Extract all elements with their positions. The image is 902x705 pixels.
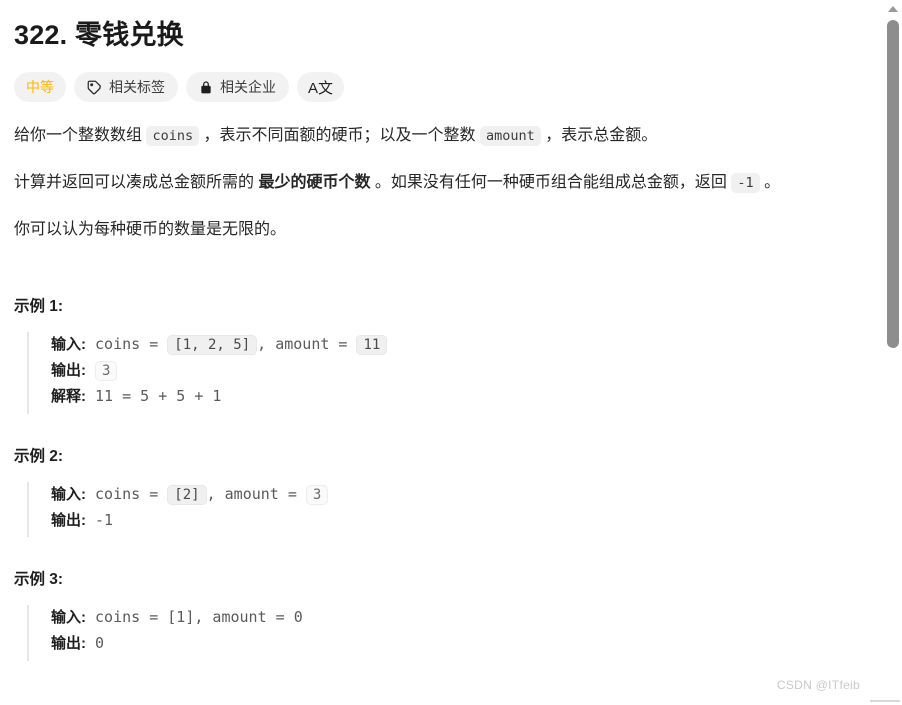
translate-button[interactable]: A文 xyxy=(297,72,345,103)
example-1-heading: 示例 1: xyxy=(14,298,64,316)
example-2-heading: 示例 2: xyxy=(14,447,64,465)
description-paragraph-3: 你可以认为每种硬币的数量是无限的。 xyxy=(14,218,864,243)
scrollbar-thumb[interactable] xyxy=(887,20,899,348)
example-2-coins-value: [2] xyxy=(167,484,207,505)
description-paragraph-2: 计算并返回可以凑成总金额所需的 最少的硬币个数 。如果没有任何一种硬币组合能组成… xyxy=(14,171,864,196)
examples-section: 示例 1: 输入: coins = [1, 2, 5], amount = 11… xyxy=(14,294,864,662)
difficulty-label: 中等 xyxy=(26,79,54,96)
example-3-output-label: 输出: xyxy=(51,635,86,653)
desc-p2-text-1: 计算并返回可以凑成总金额所需的 xyxy=(14,173,259,191)
example-2-amount-value: 3 xyxy=(305,484,329,505)
example-2-block: 输入: coins = [2], amount = 3 输出: -1 xyxy=(27,481,864,538)
example-1-output-value: 3 xyxy=(95,361,118,382)
example-1-input-line: 输入: coins = [1, 2, 5], amount = 11 xyxy=(51,332,864,358)
example-2-output-label: 输出: xyxy=(51,511,86,529)
vertical-scrollbar[interactable] xyxy=(870,0,902,705)
example-1-explain-label: 解释: xyxy=(51,388,86,406)
example-1-block: 输入: coins = [1, 2, 5], amount = 11 输出: 3… xyxy=(27,332,864,414)
example-3-input-line: 输入: coins = [1], amount = 0 xyxy=(51,605,864,631)
example-1-input-prefix: coins = xyxy=(86,335,168,354)
problem-page: 322. 零钱兑换 中等 相关标签 相关企业 A文 给你一个整数数组 coins… xyxy=(0,0,884,705)
lock-icon xyxy=(199,80,213,95)
example-1-input-label: 输入: xyxy=(51,336,86,354)
triangle-up-icon xyxy=(888,6,898,12)
example-3-output-value: 0 xyxy=(86,634,105,653)
example-1-explain-text: 11 = 5 + 5 + 1 xyxy=(86,387,222,406)
desc-p1-text-3: ，表示总金额。 xyxy=(540,127,658,145)
example-3-input-label: 输入: xyxy=(51,609,86,627)
desc-p1-text-1: 给你一个整数数组 xyxy=(14,127,147,145)
description-paragraph-1: 给你一个整数数组 coins ，表示不同面额的硬币；以及一个整数 amount … xyxy=(14,124,864,149)
inline-code-coins: coins xyxy=(146,126,200,147)
example-2-input-mid: , amount = xyxy=(206,484,306,503)
example-1: 示例 1: 输入: coins = [1, 2, 5], amount = 11… xyxy=(14,294,864,414)
page-title: 322. 零钱兑换 xyxy=(14,20,184,50)
example-1-output-gap xyxy=(86,361,95,379)
desc-p2-text-2: 。如果没有任何一种硬币组合能组成总金额，返回 xyxy=(370,173,732,191)
example-1-input-mid: , amount = xyxy=(257,335,357,354)
example-3-block: 输入: coins = [1], amount = 0 输出: 0 xyxy=(27,605,864,662)
tag-icon xyxy=(87,80,102,95)
related-tags-button[interactable]: 相关标签 xyxy=(74,72,178,103)
example-1-coins-value: [1, 2, 5] xyxy=(167,335,258,356)
example-2-input-label: 输入: xyxy=(51,485,86,503)
example-2-output-value: -1 xyxy=(86,510,114,529)
example-2-output-line: 输出: -1 xyxy=(51,508,864,534)
example-2-input-line: 输入: coins = [2], amount = 3 xyxy=(51,482,864,508)
scroll-up-arrow-icon[interactable] xyxy=(884,2,902,16)
desc-p2-bold: 最少的硬币个数 xyxy=(258,173,371,191)
related-tags-label: 相关标签 xyxy=(109,79,165,96)
example-1-output-line: 输出: 3 xyxy=(51,358,864,384)
desc-p3-text-1: 你可以认为每种硬币的数量是无限的。 xyxy=(14,220,287,238)
example-3-input-value: coins = [1], amount = 0 xyxy=(86,608,303,627)
desc-p1-text-2: ，表示不同面额的硬币；以及一个整数 xyxy=(199,127,480,145)
example-3: 示例 3: 输入: coins = [1], amount = 0 输出: 0 xyxy=(14,567,864,662)
example-2: 示例 2: 输入: coins = [2], amount = 3 输出: -1 xyxy=(14,444,864,538)
inline-code-amount: amount xyxy=(480,126,541,147)
translate-icon: A文 xyxy=(308,79,334,97)
example-1-amount-value: 11 xyxy=(356,335,388,356)
inline-code-minus-one: -1 xyxy=(731,172,760,193)
related-companies-button[interactable]: 相关企业 xyxy=(186,72,289,103)
desc-p2-text-3: 。 xyxy=(759,173,781,191)
example-3-heading: 示例 3: xyxy=(14,571,64,589)
example-1-explain-line: 解释: 11 = 5 + 5 + 1 xyxy=(51,384,864,410)
example-1-output-label: 输出: xyxy=(51,362,86,380)
tag-pill-row: 中等 相关标签 相关企业 A文 xyxy=(14,72,864,103)
example-3-output-line: 输出: 0 xyxy=(51,631,864,657)
difficulty-badge[interactable]: 中等 xyxy=(14,72,66,103)
problem-description: 给你一个整数数组 coins ，表示不同面额的硬币；以及一个整数 amount … xyxy=(14,124,864,242)
example-2-input-prefix: coins = xyxy=(86,484,168,503)
related-companies-label: 相关企业 xyxy=(220,79,276,96)
watermark: CSDN @ITfeib xyxy=(776,678,860,692)
scrollbar-bottom-marker xyxy=(870,700,900,702)
